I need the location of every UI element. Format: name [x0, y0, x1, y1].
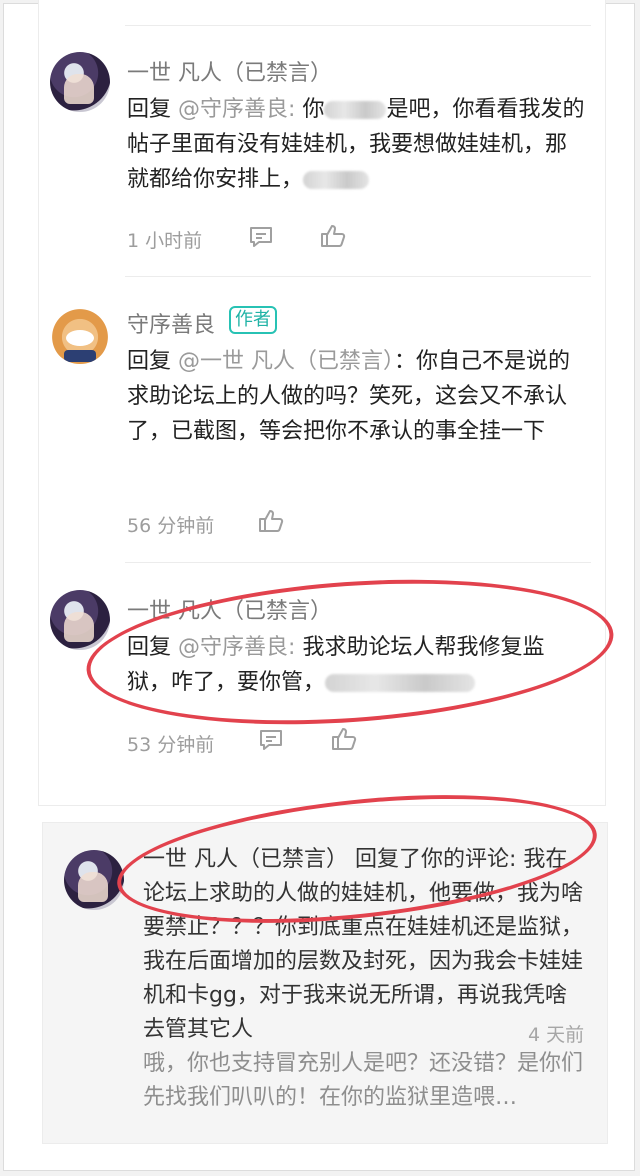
reply-prefix: 回复	[127, 635, 172, 660]
reply-prefix: 回复	[127, 349, 172, 374]
comment-author[interactable]: 一世 凡人（已禁言）	[127, 593, 332, 625]
comment-time: 53 分钟前	[127, 734, 215, 756]
mention-colon: ：	[394, 349, 417, 374]
reply-icon[interactable]	[258, 728, 284, 752]
avatar[interactable]	[50, 304, 110, 364]
mosaic-redaction	[324, 101, 387, 119]
notification-text: 我在论坛上求助的人做的娃娃机，他要做，我为啥要禁止？？？你到底重点在娃娃机还是监…	[143, 847, 584, 1042]
like-icon[interactable]	[331, 727, 357, 751]
reply-prefix: 回复	[127, 97, 172, 122]
avatar[interactable]	[50, 590, 110, 650]
notification-author[interactable]: 一世 凡人（已禁言）	[143, 847, 348, 872]
mosaic-redaction	[303, 171, 370, 189]
divider	[125, 276, 591, 277]
comment-body: 回复 @守序善良: 我求助论坛人帮我修复监狱，咋了，要你管，	[127, 630, 587, 700]
notification-body: 一世 凡人（已禁言） 回复了你的评论: 我在论坛上求助的人做的娃娃机，他要做，我…	[143, 843, 583, 1115]
comment-author[interactable]: 一世 凡人（已禁言）	[127, 55, 332, 87]
mention-link[interactable]: @一世 凡人（已禁言）	[178, 349, 394, 374]
comment-body: 回复 @一世 凡人（已禁言）：你自己不是说的求助论坛上的人做的吗？笑死，这会又不…	[127, 344, 587, 449]
comment-body: 回复 @守序善良: 你是吧，你看看我发的帖子里面有没有娃娃机，我要想做娃娃机，那…	[127, 92, 587, 197]
quoted-comment: 哦，你也支持冒充别人是吧？还没错？是你们先找我们叭叭的！在你的监狱里造喂…	[143, 1051, 584, 1110]
avatar[interactable]	[64, 850, 124, 910]
mention-link[interactable]: @守序善良	[178, 97, 288, 122]
author-badge: 作者	[229, 306, 277, 334]
comment-text: 你	[302, 97, 325, 122]
mention-link[interactable]: @守序善良	[178, 635, 288, 660]
comment-time: 56 分钟前	[127, 515, 215, 537]
mention-colon: :	[288, 97, 303, 122]
like-icon[interactable]	[258, 509, 284, 533]
mention-colon: :	[288, 635, 303, 660]
notification-action: 回复了你的评论:	[348, 847, 524, 872]
like-icon[interactable]	[320, 224, 346, 248]
divider	[125, 25, 591, 26]
reply-icon[interactable]	[248, 225, 274, 249]
avatar[interactable]	[50, 52, 110, 112]
divider	[125, 562, 591, 563]
comment-time: 1 小时前	[127, 230, 203, 252]
comment-author[interactable]: 守序善良	[127, 307, 215, 339]
mosaic-redaction	[325, 674, 476, 692]
notification-time: 4 天前	[528, 1024, 585, 1046]
